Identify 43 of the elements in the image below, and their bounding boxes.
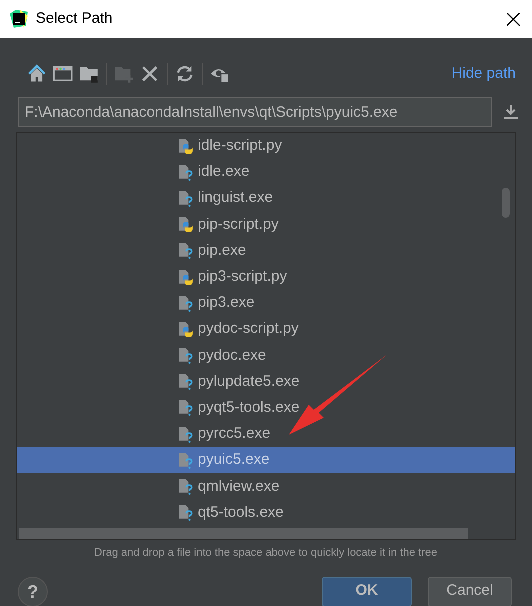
horizontal-scrollbar[interactable]: [19, 528, 468, 539]
unknown-file-icon: [177, 373, 194, 390]
file-name[interactable]: qmlview.exe: [198, 474, 280, 500]
unknown-file-icon: [177, 478, 194, 496]
file-name[interactable]: pip3.exe: [198, 290, 255, 316]
tree-row[interactable]: pyuic5.exe: [17, 447, 515, 474]
unknown-file-icon: [177, 242, 194, 260]
file-name[interactable]: pyrcc5.exe: [198, 421, 271, 448]
file-name[interactable]: idle.exe: [198, 159, 250, 186]
unknown-file-icon: [177, 347, 194, 364]
unknown-file-icon: [177, 452, 194, 469]
help-button[interactable]: ?: [18, 576, 48, 606]
file-name[interactable]: idle-script.py: [198, 133, 282, 160]
path-field[interactable]: F:\Anaconda\anacondaInstall\envs\qt\Scripts\pyuic5.exe: [18, 97, 492, 127]
unknown-file-icon: [177, 190, 194, 207]
file-name[interactable]: qt5-tools.exe: [198, 500, 284, 526]
hide-path-link[interactable]: Hide path: [452, 62, 516, 86]
vertical-scrollbar[interactable]: [502, 188, 510, 218]
file-name[interactable]: pip-script.py: [198, 212, 279, 238]
hint-text: Drag and drop a file into the space above to quickly locate it in the tree: [93, 546, 439, 561]
unknown-file-icon: [177, 426, 194, 443]
ok-button[interactable]: OK: [322, 576, 412, 606]
window-title: Select Path: [36, 8, 113, 29]
close-icon[interactable]: [507, 12, 520, 26]
file-name[interactable]: pydoc.exe: [198, 342, 266, 369]
download-icon[interactable]: [504, 105, 518, 119]
python-file-icon: [177, 138, 194, 155]
python-file-icon: [177, 216, 194, 234]
unknown-file-icon: [177, 164, 194, 181]
file-name[interactable]: linguist.exe: [198, 185, 274, 212]
cancel-button[interactable]: Cancel: [428, 576, 512, 606]
file-name[interactable]: pydoc-script.py: [198, 316, 299, 342]
unknown-file-icon: [177, 294, 194, 312]
file-name[interactable]: pyqt5-tools.exe: [198, 394, 300, 421]
python-file-icon: [177, 320, 194, 338]
file-name[interactable]: pylupdate5.exe: [198, 368, 300, 395]
unknown-file-icon: [177, 504, 194, 522]
python-file-icon: [177, 268, 194, 286]
file-name[interactable]: pip3-script.py: [198, 264, 288, 290]
app-logo-icon: [10, 10, 28, 28]
file-name[interactable]: pyuic5.exe: [198, 447, 270, 474]
file-name[interactable]: pip.exe: [198, 238, 246, 264]
unknown-file-icon: [177, 399, 194, 416]
